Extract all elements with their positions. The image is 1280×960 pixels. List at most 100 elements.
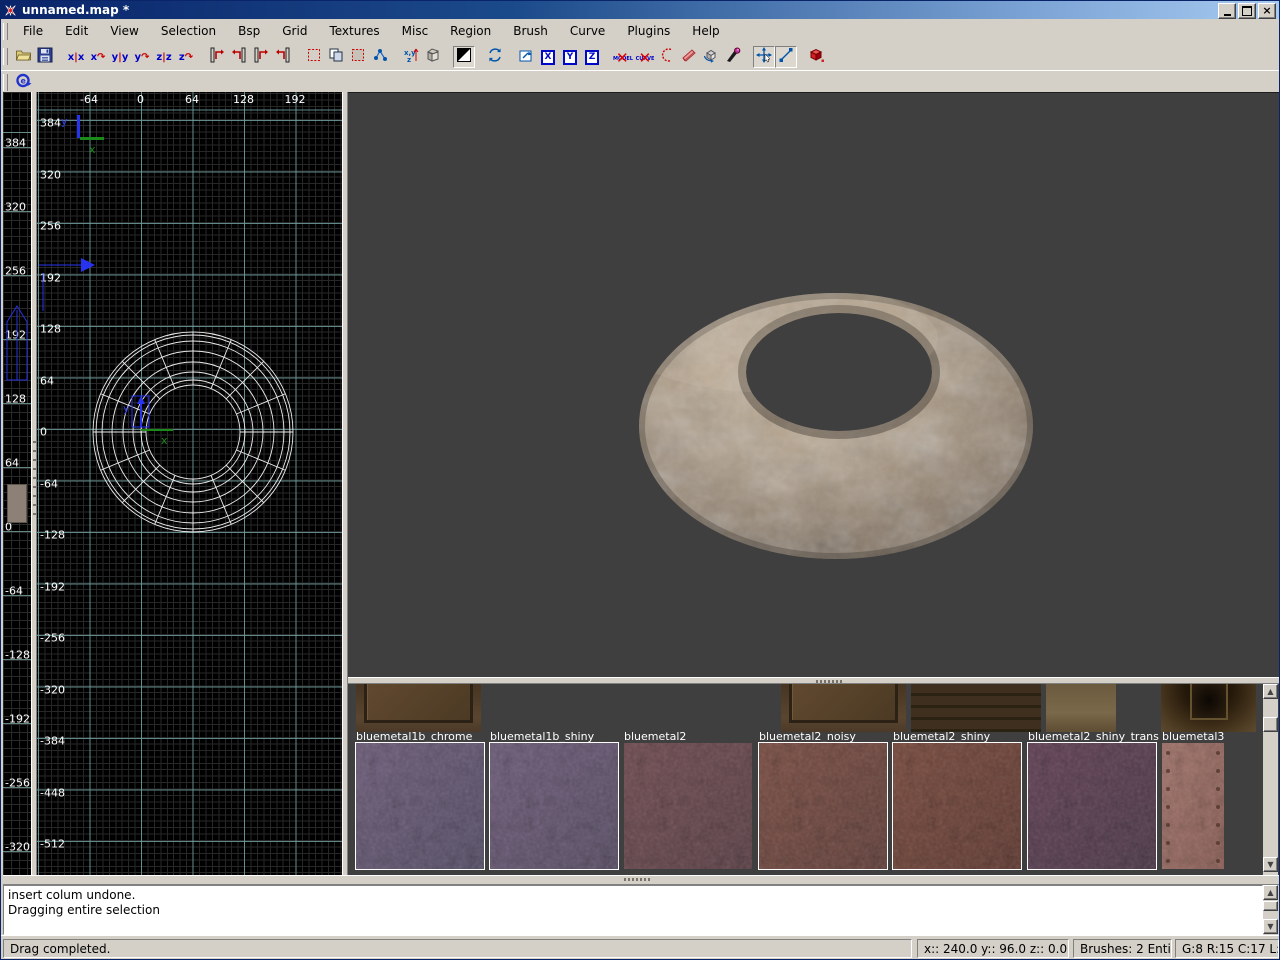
camera-3d-view[interactable] xyxy=(348,92,1279,677)
texture-label: bluemetal2 xyxy=(624,730,752,743)
menu-bsp[interactable]: Bsp xyxy=(227,20,271,42)
lock-x-button[interactable]: X xyxy=(537,46,559,68)
texture-item-bluemetal2_shiny_trans[interactable]: bluemetal2_shiny_trans xyxy=(1028,730,1156,869)
rotate-x-button[interactable]: x↷ xyxy=(87,46,109,68)
texture-thumb-partial[interactable] xyxy=(1161,684,1256,732)
change-views-button[interactable] xyxy=(515,46,537,68)
select-edges-button[interactable] xyxy=(775,46,797,68)
free-scaling-icon xyxy=(425,47,441,66)
refresh-models-icon xyxy=(487,47,503,66)
lock-z-button[interactable]: Z xyxy=(581,46,603,68)
select-vertices-button[interactable] xyxy=(753,46,775,68)
console-splitter[interactable] xyxy=(3,875,1279,885)
texture-scrollbar[interactable]: ▲ ▼ xyxy=(1263,684,1278,875)
rotate-z-button[interactable]: z↷ xyxy=(175,46,197,68)
cubic-clipping-button[interactable] xyxy=(806,46,828,68)
selection-filled-button[interactable] xyxy=(347,46,369,68)
free-scaling-button[interactable] xyxy=(422,46,444,68)
lock-y-icon: Y xyxy=(563,49,578,65)
texture-item-bluemetal1b_chrome[interactable]: bluemetal1b_chrome xyxy=(356,730,484,869)
cs-complete-tall-icon xyxy=(209,47,225,66)
cs-complete-short-button[interactable] xyxy=(228,46,250,68)
dont-select-curves-icon: CURVE✕ xyxy=(636,50,655,63)
plugin-refresh-button[interactable]: e xyxy=(12,71,34,93)
title-bar[interactable]: unnamed.map * × xyxy=(1,1,1279,19)
cs-bottom-button[interactable] xyxy=(272,46,294,68)
refresh-models-button[interactable] xyxy=(484,46,506,68)
flip-x-button[interactable]: x|x xyxy=(65,46,87,68)
texture-label: bluemetal2_shiny xyxy=(893,730,1021,743)
console-line: insert colum undone. xyxy=(8,888,1258,903)
menu-misc[interactable]: Misc xyxy=(391,20,440,42)
lock-y-button[interactable]: Y xyxy=(559,46,581,68)
texture-item-bluemetal3[interactable]: bluemetal3 xyxy=(1162,730,1224,869)
flip-y-button[interactable]: y|y xyxy=(109,46,131,68)
texture-thumb xyxy=(893,743,1021,869)
texture-thumb-partial[interactable] xyxy=(356,684,481,732)
save-button[interactable] xyxy=(34,46,56,68)
menu-grid[interactable]: Grid xyxy=(271,20,318,42)
menu-selection[interactable]: Selection xyxy=(150,20,227,42)
texture-lock-button[interactable] xyxy=(453,46,475,68)
patch-insert-button[interactable] xyxy=(722,46,744,68)
menu-textures[interactable]: Textures xyxy=(318,20,390,42)
cs-complete-short-icon xyxy=(231,47,247,66)
free-rotation-button[interactable]: x,yz xyxy=(400,46,422,68)
xy-2d-view[interactable]: -64064128192 384320256192128640-64-128-1… xyxy=(37,92,342,875)
scroll-up-button[interactable]: ▲ xyxy=(1263,885,1278,900)
show-patch-bounds-button[interactable] xyxy=(656,46,678,68)
splitter-grip-icon xyxy=(624,878,650,881)
menu-region[interactable]: Region xyxy=(439,20,502,42)
texture-item-bluemetal2[interactable]: bluemetal2 xyxy=(624,730,752,869)
patch-drill-down-button[interactable] xyxy=(700,46,722,68)
z-window[interactable]: 384320256192128640-64-128-192-256-320 xyxy=(3,92,31,875)
cs-complete-tall-button[interactable] xyxy=(206,46,228,68)
entity-connect-button[interactable] xyxy=(369,46,391,68)
minimize-button[interactable] xyxy=(1218,3,1236,19)
dont-select-models-button[interactable]: MODEL✕ xyxy=(612,46,634,68)
scrollbar-thumb[interactable] xyxy=(1263,717,1278,732)
texture-item-bluemetal2_noisy[interactable]: bluemetal2_noisy xyxy=(759,730,887,869)
texture-thumb-partial[interactable] xyxy=(781,684,906,732)
selection-outline-button[interactable] xyxy=(303,46,325,68)
cs-top-button[interactable] xyxy=(250,46,272,68)
close-button[interactable]: × xyxy=(1258,3,1276,19)
clone-selection-icon xyxy=(328,47,344,66)
menu-plugins[interactable]: Plugins xyxy=(616,20,681,42)
open-button[interactable] xyxy=(12,46,34,68)
scroll-down-button[interactable]: ▼ xyxy=(1263,919,1278,934)
minimize-icon xyxy=(1224,14,1231,16)
console-line: Dragging entire selection xyxy=(8,903,1258,918)
menu-help[interactable]: Help xyxy=(681,20,730,42)
window-title: unnamed.map * xyxy=(22,3,129,17)
patch-weld-button[interactable] xyxy=(678,46,700,68)
patch-drill-down-icon xyxy=(703,47,719,66)
menu-file[interactable]: File xyxy=(12,20,54,42)
flip-z-button[interactable]: z|z xyxy=(153,46,175,68)
scroll-down-button[interactable]: ▼ xyxy=(1263,857,1278,872)
texture-thumb-partial[interactable] xyxy=(1046,684,1116,732)
texture-thumb-partial[interactable] xyxy=(911,684,1041,732)
menu-brush[interactable]: Brush xyxy=(502,20,559,42)
rotate-y-button[interactable]: y↷ xyxy=(131,46,153,68)
toolbar-grip[interactable] xyxy=(3,23,8,40)
save-icon xyxy=(37,47,53,66)
texture-item-bluemetal1b_shiny[interactable]: bluemetal1b_shiny xyxy=(490,730,618,869)
texture-item-bluemetal2_shiny[interactable]: bluemetal2_shiny xyxy=(893,730,1021,869)
console-scrollbar[interactable]: ▲ ▼ xyxy=(1263,885,1279,935)
close-icon: × xyxy=(1262,6,1271,16)
dont-select-curves-button[interactable]: CURVE✕ xyxy=(634,46,656,68)
toolbar-grip[interactable] xyxy=(3,74,8,91)
torus-3d-render xyxy=(348,93,1279,678)
menu-edit[interactable]: Edit xyxy=(54,20,99,42)
scrollbar-thumb[interactable] xyxy=(1263,901,1278,911)
toolbar-grip[interactable] xyxy=(3,48,8,65)
scroll-up-button[interactable]: ▲ xyxy=(1263,684,1278,699)
clone-selection-button[interactable] xyxy=(325,46,347,68)
menu-view[interactable]: View xyxy=(99,20,149,42)
restore-button[interactable] xyxy=(1238,3,1256,19)
menu-curve[interactable]: Curve xyxy=(559,20,616,42)
console-output: insert colum undone. Dragging entire sel… xyxy=(3,885,1263,935)
texture-browser[interactable]: bluemetal1b_chromebluemetal1b_shiny bluem… xyxy=(348,684,1279,875)
texture-splitter[interactable] xyxy=(348,677,1279,684)
